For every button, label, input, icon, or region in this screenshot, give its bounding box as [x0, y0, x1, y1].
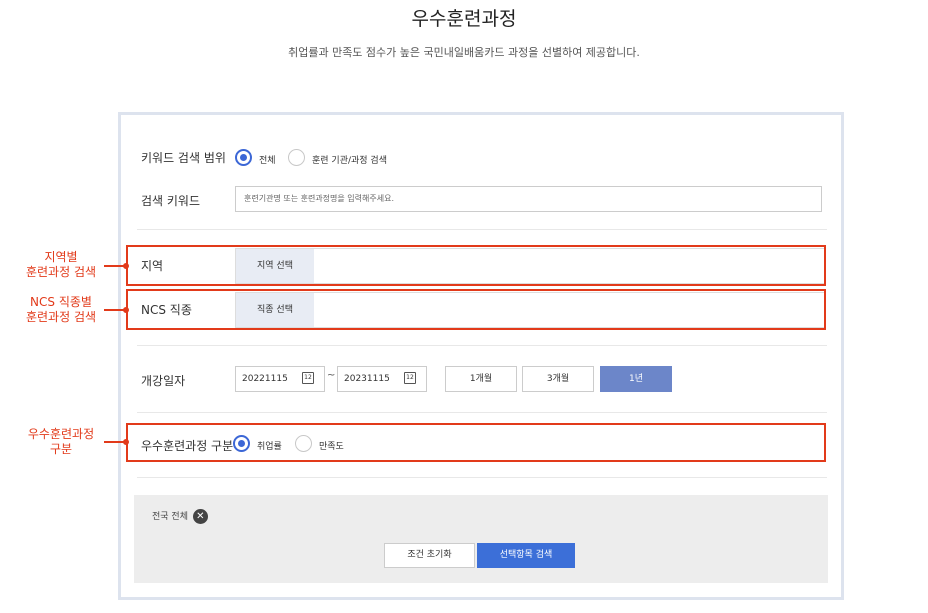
date-to-input[interactable]: 20231115 12 — [337, 366, 427, 392]
scope-all-radio[interactable] — [235, 149, 252, 166]
keyword-input[interactable]: 훈련기관명 또는 훈련과정명을 입력해주세요. — [235, 186, 822, 212]
category-annotation: 우수훈련과정 구분 — [6, 427, 116, 457]
region-annotation-line2: 훈련과정 검색 — [25, 265, 97, 279]
period-3month-button[interactable]: 3개월 — [522, 366, 594, 392]
calendar-icon[interactable]: 12 — [404, 372, 416, 384]
category-highlight-box — [126, 423, 826, 462]
divider — [137, 412, 827, 413]
filter-chip: 전국 전체 ✕ — [152, 509, 208, 524]
scope-institution-radio[interactable] — [288, 149, 305, 166]
keyword-scope-label: 키워드 검색 범위 — [141, 151, 226, 165]
keyword-label: 검색 키워드 — [141, 194, 201, 208]
category-annotation-line1: 우수훈련과정 — [27, 427, 95, 441]
search-panel: 키워드 검색 범위 전체 훈련 기관/과정 검색 검색 키워드 훈련기관명 또는… — [118, 112, 844, 600]
calendar-icon[interactable]: 12 — [302, 372, 314, 384]
annotation-dot — [123, 439, 129, 445]
ncs-annotation-line1: NCS 직종별 — [30, 295, 92, 309]
period-1year-button[interactable]: 1년 — [600, 366, 672, 392]
start-date-label: 개강일자 — [141, 374, 186, 388]
reset-button[interactable]: 조건 초기화 — [384, 543, 475, 568]
date-from-value: 20221115 — [242, 374, 288, 384]
page-title: 우수훈련과정 — [411, 8, 517, 30]
region-highlight-box — [126, 245, 826, 286]
category-annotation-line2: 구분 — [49, 442, 73, 456]
period-1month-button[interactable]: 1개월 — [445, 366, 517, 392]
page-subtitle: 취업률과 만족도 점수가 높은 국민내일배움카드 과정을 선별하여 제공합니다. — [288, 46, 640, 59]
scope-all-label[interactable]: 전체 — [259, 153, 276, 166]
ncs-highlight-box — [126, 289, 826, 330]
region-annotation: 지역별 훈련과정 검색 — [6, 250, 116, 280]
divider — [137, 477, 827, 478]
divider — [137, 345, 827, 346]
selected-filters-area: 전국 전체 ✕ 조건 초기화 선택항목 검색 — [134, 495, 828, 583]
scope-institution-label[interactable]: 훈련 기관/과정 검색 — [312, 153, 387, 166]
annotation-dot — [123, 307, 129, 313]
annotation-dot — [123, 263, 129, 269]
region-annotation-line1: 지역별 — [44, 250, 78, 264]
filter-chip-label: 전국 전체 — [152, 512, 188, 522]
date-from-input[interactable]: 20221115 12 — [235, 366, 325, 392]
ncs-annotation: NCS 직종별 훈련과정 검색 — [6, 295, 116, 325]
close-icon[interactable]: ✕ — [192, 509, 208, 524]
search-button[interactable]: 선택항목 검색 — [477, 543, 575, 568]
ncs-annotation-line2: 훈련과정 검색 — [25, 310, 97, 324]
divider — [137, 229, 827, 230]
date-to-value: 20231115 — [344, 374, 390, 384]
date-separator: ~ — [327, 370, 336, 381]
